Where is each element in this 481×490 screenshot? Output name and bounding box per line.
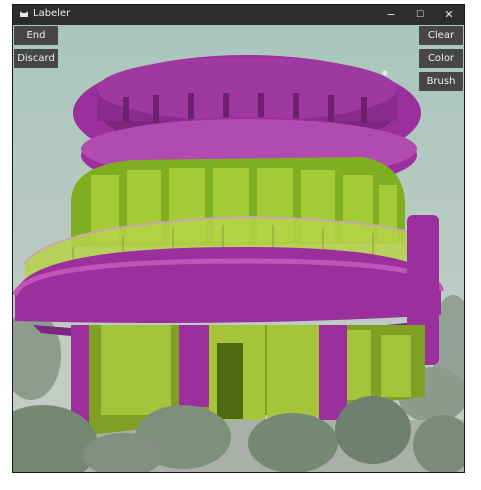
cat-icon: [20, 11, 28, 17]
end-button[interactable]: End: [14, 26, 58, 45]
image-canvas[interactable]: End Discard Clear Color Brush: [13, 25, 464, 472]
color-button[interactable]: Color: [419, 49, 463, 68]
discard-button[interactable]: Discard: [14, 49, 58, 68]
labeled-image: [13, 25, 464, 472]
moon: [382, 70, 388, 76]
window-title: Labeler: [33, 8, 71, 19]
title-bar[interactable]: Labeler − ☐ ✕: [13, 5, 464, 25]
doorway: [217, 343, 243, 419]
maximize-icon[interactable]: ☐: [406, 5, 434, 25]
brush-button[interactable]: Brush: [419, 72, 463, 91]
labeler-window: Labeler − ☐ ✕ End Discard Clear Color Br…: [13, 5, 464, 472]
clear-button[interactable]: Clear: [419, 26, 463, 45]
minimize-icon[interactable]: −: [377, 5, 405, 25]
close-icon[interactable]: ✕: [435, 5, 463, 25]
